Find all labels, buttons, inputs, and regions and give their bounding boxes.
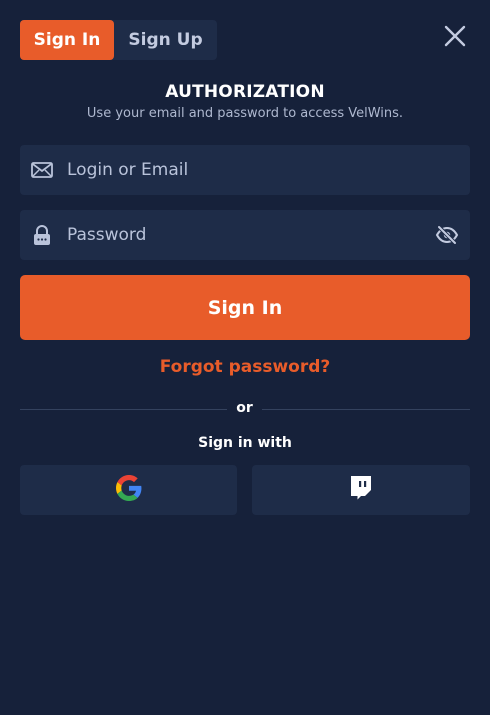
- google-icon: [115, 475, 142, 505]
- divider-line-right: [262, 409, 470, 410]
- divider-line-left: [20, 409, 227, 410]
- eye-slash-icon[interactable]: [435, 223, 459, 247]
- google-sign-in-button[interactable]: [20, 465, 237, 515]
- auth-modal: Sign In Sign Up AUTHORIZATION Use your e…: [0, 0, 490, 715]
- page-title: AUTHORIZATION: [165, 82, 325, 102]
- page-subtitle: Use your email and password to access Ve…: [86, 106, 404, 121]
- social-heading: Sign in with: [198, 435, 292, 451]
- forgot-password-link[interactable]: Forgot password?: [0, 357, 490, 377]
- envelope-icon: [31, 159, 53, 181]
- login-field: [20, 144, 470, 196]
- tab-sign-up[interactable]: Sign Up: [114, 20, 217, 60]
- login-input[interactable]: [65, 144, 470, 196]
- twitch-sign-in-button[interactable]: [252, 465, 470, 515]
- tab-sign-in[interactable]: Sign In: [20, 20, 114, 60]
- password-field: [20, 209, 470, 261]
- or-label: or: [236, 400, 253, 416]
- password-input[interactable]: [65, 209, 435, 261]
- twitch-icon: [349, 475, 373, 505]
- or-divider: or: [20, 400, 470, 420]
- lock-icon: [31, 224, 53, 246]
- close-icon[interactable]: [441, 22, 469, 50]
- sign-in-button[interactable]: Sign In: [20, 275, 470, 340]
- auth-tabs: Sign In Sign Up: [20, 20, 217, 60]
